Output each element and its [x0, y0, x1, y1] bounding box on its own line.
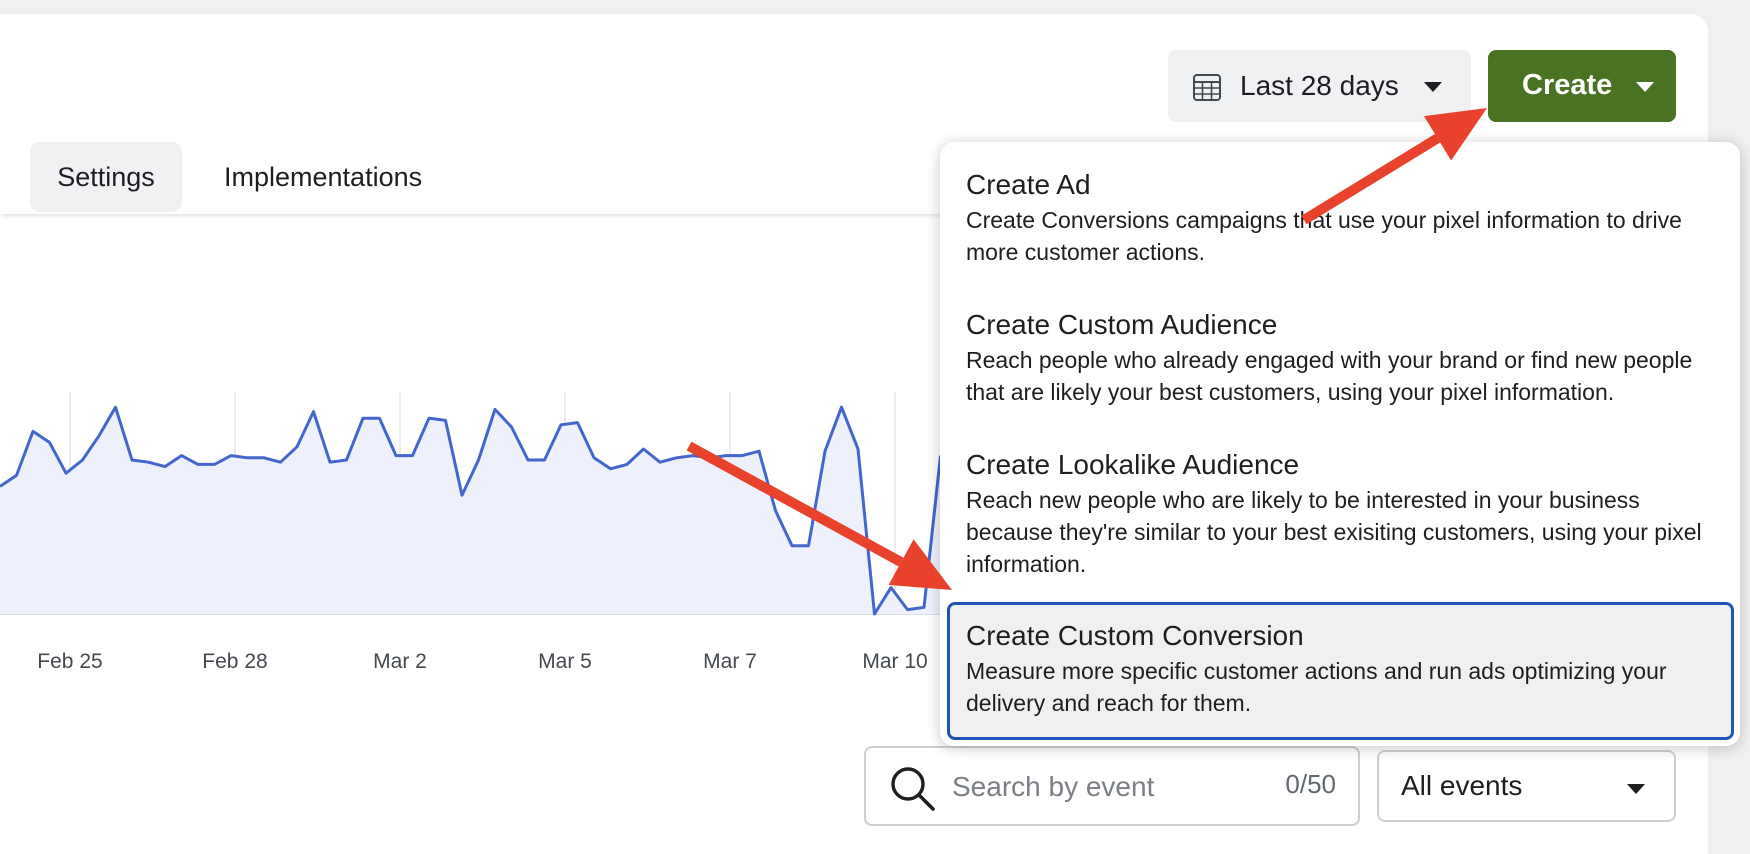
- events-filter-select[interactable]: All events: [1377, 750, 1676, 822]
- x-tick-label: Mar 2: [373, 650, 427, 673]
- x-tick-label: Mar 5: [538, 650, 592, 673]
- x-tick-label: Mar 10: [862, 650, 928, 673]
- create-dropdown-menu: Create Ad Create Conversions campaigns t…: [940, 142, 1740, 746]
- chevron-down-icon: [1424, 82, 1442, 92]
- menu-item-create-custom-audience[interactable]: Create Custom Audience Reach people who …: [942, 308, 1732, 408]
- create-button-label: Create: [1522, 69, 1613, 101]
- tab-bar: Settings Implementations: [0, 142, 952, 214]
- search-input[interactable]: [952, 766, 1252, 808]
- menu-item-create-lookalike-audience[interactable]: Create Lookalike Audience Reach new peop…: [942, 448, 1732, 580]
- menu-item-description: Reach new people who are likely to be in…: [966, 487, 1702, 577]
- x-tick-label: Feb 28: [202, 650, 268, 673]
- search-field[interactable]: 0/50: [864, 746, 1360, 826]
- tab-implementations[interactable]: Implementations: [210, 142, 436, 212]
- x-tick-label: Feb 25: [37, 650, 103, 673]
- activity-chart: [0, 392, 960, 616]
- menu-item-title: Create Custom Conversion: [966, 620, 1304, 651]
- menu-item-title: Create Custom Audience: [966, 309, 1278, 340]
- menu-item-create-custom-conversion[interactable]: Create Custom Conversion Measure more sp…: [947, 602, 1734, 740]
- x-tick-label: Mar 7: [703, 650, 757, 673]
- date-range-button[interactable]: Last 28 days: [1168, 50, 1471, 122]
- menu-item-title: Create Lookalike Audience: [966, 449, 1300, 480]
- menu-item-description: Measure more specific customer actions a…: [966, 658, 1667, 716]
- menu-item-description: Create Conversions campaigns that use yo…: [966, 207, 1682, 265]
- chart-area-fill: [0, 407, 941, 614]
- search-count: 0/50: [1285, 769, 1336, 799]
- calendar-icon: [1193, 74, 1221, 101]
- date-range-label: Last 28 days: [1240, 70, 1399, 101]
- menu-item-title: Create Ad: [966, 169, 1091, 200]
- menu-item-description: Reach people who already engaged with yo…: [966, 347, 1693, 405]
- menu-item-create-ad[interactable]: Create Ad Create Conversions campaigns t…: [942, 168, 1732, 268]
- search-icon: [891, 767, 935, 811]
- chevron-down-icon: [1636, 82, 1654, 92]
- create-button[interactable]: Create: [1488, 50, 1676, 122]
- tab-settings[interactable]: Settings: [30, 142, 182, 212]
- events-filter-label: All events: [1401, 770, 1523, 801]
- chevron-down-icon: [1627, 784, 1645, 794]
